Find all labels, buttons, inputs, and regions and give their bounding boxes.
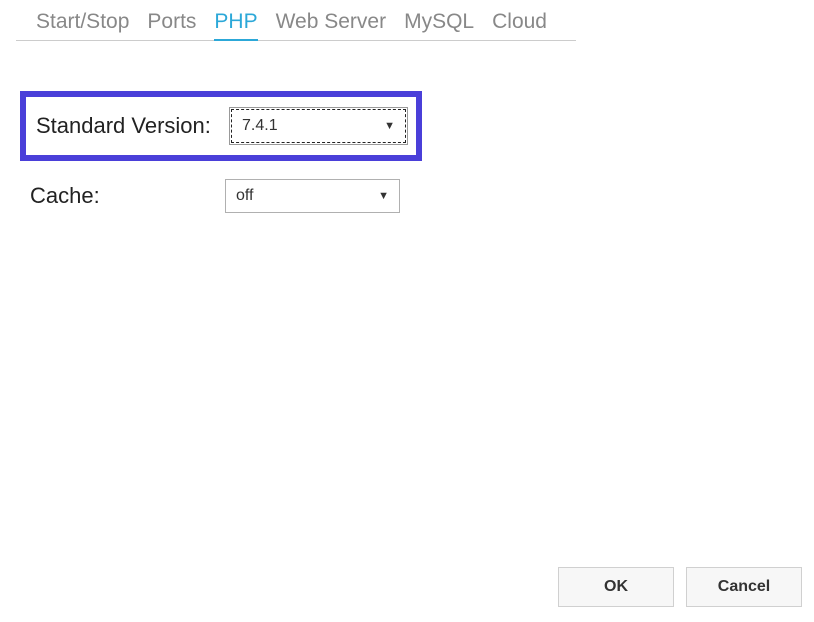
cache-select[interactable]: off ▼ — [225, 179, 400, 213]
form-area: Standard Version: 7.4.1 ▼ Cache: off ▼ — [0, 41, 814, 239]
dialog-buttons: OK Cancel — [558, 567, 802, 607]
tab-cloud[interactable]: Cloud — [492, 10, 547, 40]
tab-php[interactable]: PHP — [214, 10, 257, 40]
standard-version-label: Standard Version: — [36, 113, 231, 139]
chevron-down-icon: ▼ — [384, 120, 395, 132]
tab-startstop[interactable]: Start/Stop — [36, 10, 129, 40]
chevron-down-icon: ▼ — [378, 190, 389, 202]
cancel-button[interactable]: Cancel — [686, 567, 802, 607]
cache-label: Cache: — [30, 183, 225, 209]
highlight-standard-version: Standard Version: 7.4.1 ▼ — [20, 91, 422, 161]
tab-ports[interactable]: Ports — [147, 10, 196, 40]
standard-version-value: 7.4.1 — [242, 117, 278, 135]
cache-row: Cache: off ▼ — [20, 173, 794, 219]
standard-version-select[interactable]: 7.4.1 ▼ — [231, 109, 406, 143]
ok-button[interactable]: OK — [558, 567, 674, 607]
tab-bar: Start/Stop Ports PHP Web Server MySQL Cl… — [16, 0, 576, 41]
cache-value: off — [236, 187, 254, 205]
tab-mysql[interactable]: MySQL — [404, 10, 474, 40]
tab-webserver[interactable]: Web Server — [276, 10, 387, 40]
